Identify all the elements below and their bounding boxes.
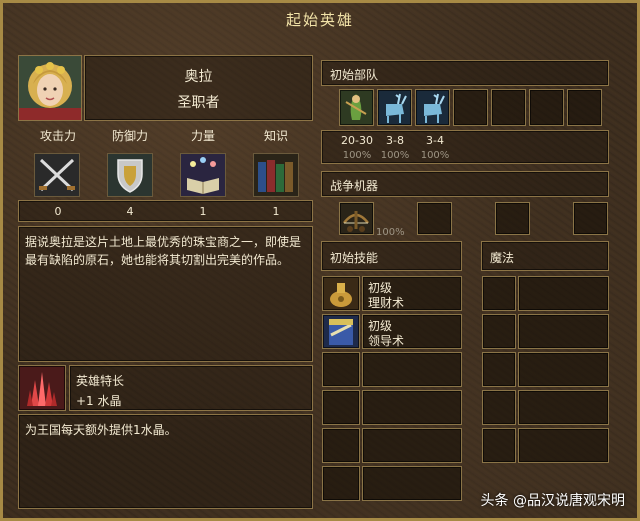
skill-name-2: 领导术 <box>368 334 405 348</box>
spell-slot-4[interactable] <box>518 390 609 425</box>
stat-label-defense: 防御力 <box>111 129 148 143</box>
war-machine-slot-4[interactable] <box>573 202 608 235</box>
skill-slot-4[interactable] <box>362 390 462 425</box>
crossed-swords-icon[interactable] <box>34 153 80 197</box>
army-header: 初始部队 <box>321 60 609 86</box>
army-slot-3[interactable] <box>415 89 450 126</box>
stat-value-attack: 0 <box>54 205 62 218</box>
skill-icon-slot-3[interactable] <box>322 352 360 387</box>
books-icon[interactable] <box>253 153 299 197</box>
specialty-value: +1 水晶 <box>76 394 122 408</box>
stat-value-knowledge: 1 <box>272 205 280 218</box>
magic-title: 魔法 <box>490 251 515 265</box>
army-percent-3: 100% <box>420 150 450 161</box>
deer-unit-icon <box>386 93 407 123</box>
army-count-1: 20-30 <box>341 134 373 147</box>
spell-slot-2[interactable] <box>518 314 609 349</box>
spell-icon-slot-3[interactable] <box>482 352 516 387</box>
skill-slot-2[interactable]: 初级 领导术 <box>362 314 462 349</box>
dryad-unit-icon <box>345 94 367 120</box>
army-slot-1[interactable] <box>339 89 374 126</box>
hero-window: 起始英雄 奥拉 圣职者 攻击力 防御力 力量 知识 0 4 1 1 据说奥拉是这… <box>0 0 640 521</box>
magic-header: 魔法 <box>481 241 609 271</box>
skills-title: 初始技能 <box>330 251 379 265</box>
army-slot-2[interactable] <box>377 89 412 126</box>
spellbook-icon[interactable] <box>180 153 226 197</box>
window-title: 起始英雄 <box>285 11 354 29</box>
war-machines-header: 战争机器 <box>321 171 609 197</box>
stat-label-knowledge: 知识 <box>263 129 288 143</box>
army-percent-1: 100% <box>342 150 372 161</box>
skill-icon-slot-1[interactable] <box>322 276 360 311</box>
army-count-3: 3-4 <box>426 134 444 147</box>
skills-header: 初始技能 <box>321 241 462 271</box>
skill-icon-slot-2[interactable] <box>322 314 360 349</box>
army-counts-bar: 20-30 3-8 3-4 100% 100% 100% <box>321 130 609 164</box>
stat-value-power: 1 <box>199 205 207 218</box>
war-machines-title: 战争机器 <box>330 179 379 193</box>
spell-icon-slot-2[interactable] <box>482 314 516 349</box>
army-count-2: 3-8 <box>386 134 404 147</box>
army-slot-4[interactable] <box>453 89 488 126</box>
skill-slot-3[interactable] <box>362 352 462 387</box>
hero-portrait <box>19 56 81 120</box>
stat-value-defense: 4 <box>126 205 134 218</box>
hero-name: 奥拉 <box>184 69 213 85</box>
specialty-title: 英雄特长 <box>76 374 125 388</box>
ballista-icon <box>343 211 369 232</box>
army-slot-5[interactable] <box>491 89 526 126</box>
skill-slot-6[interactable] <box>362 466 462 501</box>
skill-icon-slot-6[interactable] <box>322 466 360 501</box>
army-percent-2: 100% <box>380 150 410 161</box>
army-title: 初始部队 <box>330 68 379 82</box>
spell-icon-slot-4[interactable] <box>482 390 516 425</box>
war-machine-percent-1: 100% <box>376 227 405 238</box>
deer-unit-icon <box>424 93 445 123</box>
stat-label-attack: 攻击力 <box>39 129 76 143</box>
specialty-icon-slot[interactable] <box>18 365 66 411</box>
spell-slot-1[interactable] <box>518 276 609 311</box>
skill-name-1: 理财术 <box>368 296 405 310</box>
specialty-panel: 英雄特长 +1 水晶 <box>69 365 313 411</box>
biography-text: 据说奥拉是这片土地上最优秀的珠宝商之一，即使是最有缺陷的原石，她也能将其切割出完… <box>25 235 302 267</box>
stat-label-power: 力量 <box>190 129 215 143</box>
estates-skill-icon <box>330 283 352 307</box>
shield-icon[interactable] <box>107 153 153 197</box>
specialty-description: 为王国每天额外提供1水晶。 <box>25 423 177 437</box>
army-slot-6[interactable] <box>529 89 564 126</box>
spell-icon-slot-1[interactable] <box>482 276 516 311</box>
war-machine-slot-1[interactable] <box>339 202 374 235</box>
hero-class: 圣职者 <box>177 95 220 111</box>
army-slot-7[interactable] <box>567 89 602 126</box>
hero-name-panel: 奥拉 圣职者 <box>84 55 313 121</box>
biography-panel: 据说奥拉是这片土地上最优秀的珠宝商之一，即使是最有缺陷的原石，她也能将其切割出完… <box>18 226 313 362</box>
spell-slot-3[interactable] <box>518 352 609 387</box>
leadership-skill-icon <box>329 319 353 345</box>
stat-values-bar: 0 4 1 1 <box>18 200 313 222</box>
spell-slot-5[interactable] <box>518 428 609 463</box>
war-machine-slot-3[interactable] <box>495 202 530 235</box>
skill-slot-5[interactable] <box>362 428 462 463</box>
skill-slot-1[interactable]: 初级 理财术 <box>362 276 462 311</box>
skill-icon-slot-4[interactable] <box>322 390 360 425</box>
specialty-description-panel: 为王国每天额外提供1水晶。 <box>18 414 313 509</box>
spell-icon-slot-5[interactable] <box>482 428 516 463</box>
skill-icon-slot-5[interactable] <box>322 428 360 463</box>
hero-portrait-frame[interactable] <box>18 55 82 121</box>
crystal-icon <box>27 372 57 406</box>
war-machine-slot-2[interactable] <box>417 202 452 235</box>
watermark: 头条 @品汉说唐观宋明 <box>480 493 625 509</box>
